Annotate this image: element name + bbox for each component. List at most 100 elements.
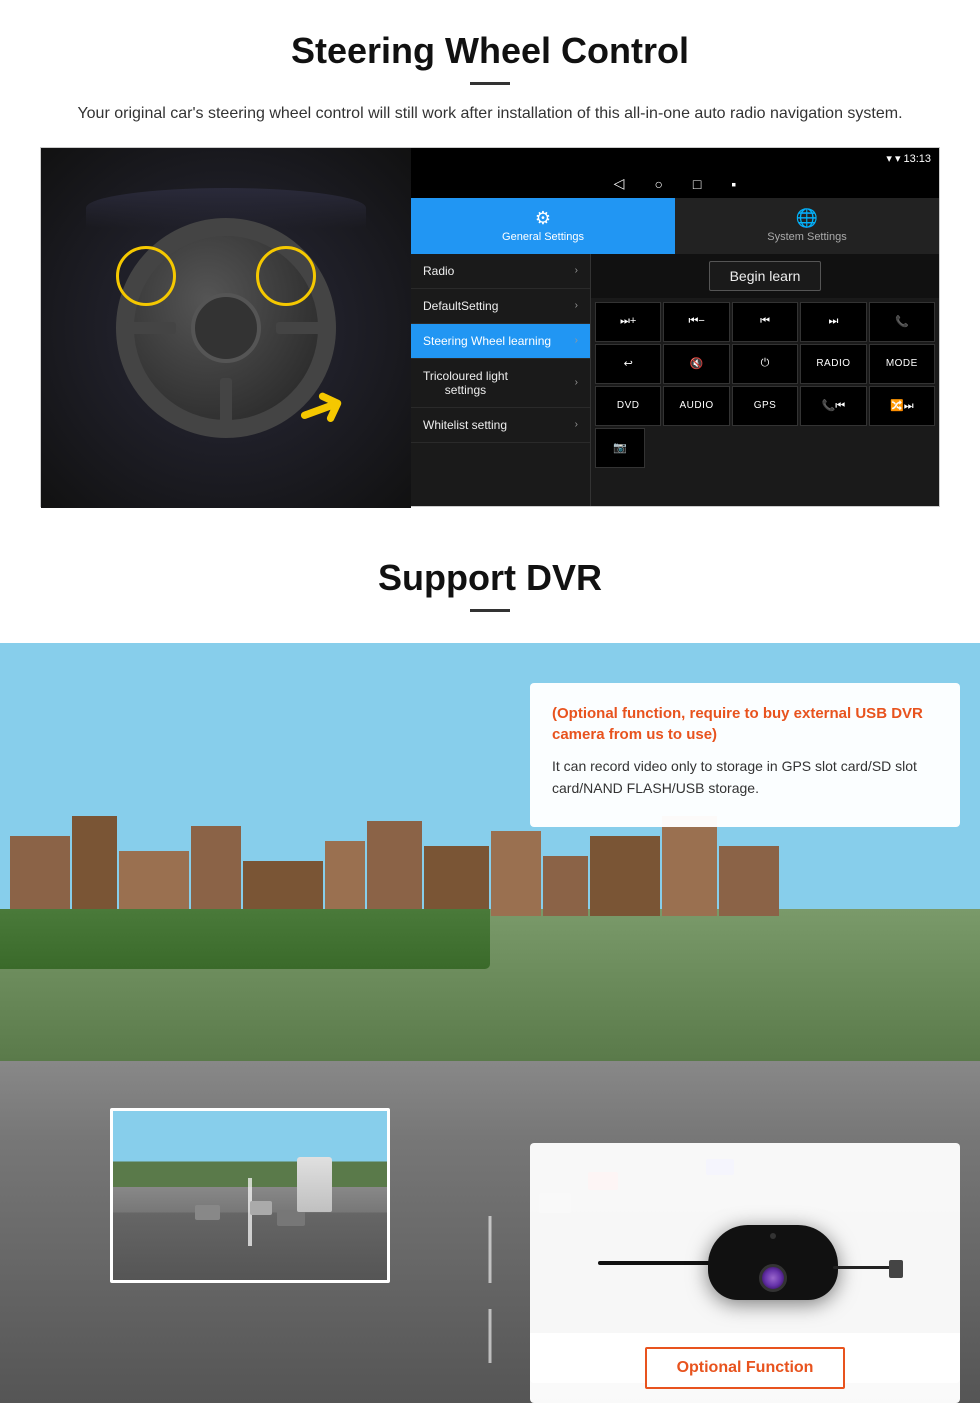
- phone-icon: 📞: [895, 315, 909, 328]
- menu-radio-label: Radio: [423, 264, 454, 278]
- tab-general-settings[interactable]: ⚙ General Settings: [411, 198, 675, 254]
- menu-item-default-setting[interactable]: DefaultSetting ›: [411, 289, 590, 324]
- wheel-spoke-bottom: [220, 378, 232, 428]
- status-icons: ▾ ▾ 13:13: [886, 152, 931, 165]
- control-panel: Begin learn ⏭+ ⏮− ⏮ ⏭ 📞 ↩: [591, 254, 939, 506]
- tab-general-label: General Settings: [502, 231, 584, 243]
- android-statusbar: ▾ ▾ 13:13: [411, 148, 939, 170]
- shuffle-next-icon: 🔀⏭: [890, 399, 914, 413]
- hang-up-icon: ↩: [624, 357, 633, 370]
- nav-menu-icon[interactable]: ▪: [731, 176, 736, 192]
- dvr-background: (Optional function, require to buy exter…: [0, 643, 980, 1403]
- btn-vol-up-icon: ⏭+: [620, 315, 636, 328]
- settings-tabs: ⚙ General Settings 🌐 System Settings: [411, 198, 939, 254]
- btn-mode[interactable]: MODE: [869, 344, 935, 384]
- mute-icon: 🔇: [690, 357, 704, 370]
- menu-item-whitelist[interactable]: Whitelist setting ›: [411, 408, 590, 443]
- btn-mute[interactable]: 🔇: [663, 344, 729, 384]
- begin-learn-button[interactable]: Begin learn: [709, 261, 822, 291]
- chevron-icon: ›: [575, 335, 578, 346]
- dvr-title: Support DVR: [40, 557, 940, 599]
- nav-back-icon[interactable]: ◁: [614, 175, 625, 192]
- btn-vol-up[interactable]: ⏭+: [595, 302, 661, 342]
- button-row-2: ↩ 🔇 ⏻ RADIO MODE: [595, 344, 935, 384]
- gps-label: GPS: [754, 400, 777, 411]
- radio-label: RADIO: [816, 358, 850, 369]
- wifi-icon: ▾: [895, 152, 901, 165]
- direction-arrow: ➜: [287, 371, 355, 445]
- mode-label: MODE: [886, 358, 918, 369]
- tab-system-label: System Settings: [767, 231, 846, 243]
- btn-dvd[interactable]: DVD: [595, 386, 661, 426]
- nav-recent-icon[interactable]: □: [693, 176, 701, 192]
- nav-home-icon[interactable]: ○: [654, 176, 662, 192]
- chevron-icon: ›: [575, 265, 578, 276]
- chevron-icon: ›: [575, 419, 578, 430]
- menu-steering-label: Steering Wheel learning: [423, 334, 551, 348]
- dvr-title-divider: [470, 609, 510, 612]
- settings-menu: Radio › DefaultSetting › Steering Wheel …: [411, 254, 591, 506]
- control-buttons-grid: ⏭+ ⏮− ⏮ ⏭ 📞 ↩ 🔇 ⏻ RADIO MODE: [591, 298, 939, 472]
- settings-content: Radio › DefaultSetting › Steering Wheel …: [411, 254, 939, 506]
- camera-lens: [759, 1264, 787, 1292]
- prev-track-icon: ⏮: [760, 315, 770, 328]
- button-row-1: ⏭+ ⏮− ⏮ ⏭ 📞: [595, 302, 935, 342]
- btn-phone-prev[interactable]: 📞⏮: [800, 386, 866, 426]
- menu-whitelist-label: Whitelist setting: [423, 418, 507, 432]
- camera-icon: 📷: [613, 441, 627, 454]
- btn-shuffle-next[interactable]: 🔀⏭: [869, 386, 935, 426]
- chevron-icon: ›: [575, 300, 578, 311]
- btn-phone[interactable]: 📞: [869, 302, 935, 342]
- btn-gps[interactable]: GPS: [732, 386, 798, 426]
- status-time: 13:13: [903, 153, 931, 165]
- btn-camera[interactable]: 📷: [595, 428, 645, 468]
- android-navbar: ◁ ○ □ ▪: [411, 170, 939, 198]
- camera-cable: [598, 1261, 718, 1265]
- btn-radio[interactable]: RADIO: [800, 344, 866, 384]
- dvr-title-area: Support DVR: [0, 527, 980, 643]
- tab-system-settings[interactable]: 🌐 System Settings: [675, 198, 939, 254]
- btn-power[interactable]: ⏻: [732, 344, 798, 384]
- dvr-section: Support DVR: [0, 527, 980, 1403]
- dvr-optional-text: (Optional function, require to buy exter…: [552, 703, 938, 745]
- signal-icon: ▾: [886, 152, 892, 165]
- steering-subtitle: Your original car's steering wheel contr…: [60, 101, 920, 127]
- highlight-right: [256, 246, 316, 306]
- dvr-description: It can record video only to storage in G…: [552, 755, 938, 800]
- system-settings-icon: 🌐: [796, 208, 818, 229]
- btn-audio[interactable]: AUDIO: [663, 386, 729, 426]
- steering-wheel-image: ➜: [41, 148, 411, 508]
- menu-default-label: DefaultSetting: [423, 299, 498, 313]
- btn-hang-up[interactable]: ↩: [595, 344, 661, 384]
- chevron-icon: ›: [575, 377, 578, 388]
- power-icon: ⏻: [761, 357, 770, 370]
- menu-tricoloured-label: Tricoloured lightsettings: [423, 369, 508, 397]
- camera-body: [708, 1225, 838, 1300]
- title-divider: [470, 82, 510, 85]
- wheel-hub: [191, 293, 261, 363]
- btn-prev-track[interactable]: ⏮: [732, 302, 798, 342]
- dvr-thumbnail: [110, 1108, 390, 1283]
- wheel-background: ➜: [41, 148, 411, 508]
- menu-item-tricoloured[interactable]: Tricoloured lightsettings ›: [411, 359, 590, 408]
- button-row-3: DVD AUDIO GPS 📞⏮ 🔀⏭: [595, 386, 935, 426]
- btn-vol-down[interactable]: ⏮−: [663, 302, 729, 342]
- steering-title: Steering Wheel Control: [40, 30, 940, 72]
- steering-section: Steering Wheel Control Your original car…: [0, 0, 980, 527]
- optional-function-button[interactable]: Optional Function: [645, 1347, 846, 1389]
- audio-label: AUDIO: [680, 400, 714, 411]
- wheel-spoke-left: [126, 322, 176, 334]
- btn-vol-down-icon: ⏮−: [688, 315, 704, 328]
- menu-item-radio[interactable]: Radio ›: [411, 254, 590, 289]
- menu-item-steering-wheel[interactable]: Steering Wheel learning ›: [411, 324, 590, 359]
- android-ui-panel: ▾ ▾ 13:13 ◁ ○ □ ▪ ⚙ General Settings 🌐: [411, 148, 939, 506]
- phone-prev-icon: 📞⏮: [822, 399, 846, 413]
- wheel-spoke-right: [276, 322, 326, 334]
- optional-function-box: Optional Function: [530, 1333, 960, 1403]
- steering-demo: ➜ ▾ ▾ 13:13 ◁ ○ □ ▪: [40, 147, 940, 507]
- begin-learn-row: Begin learn: [591, 254, 939, 298]
- next-track-icon: ⏭: [828, 315, 838, 328]
- highlight-left: [116, 246, 176, 306]
- btn-next-track[interactable]: ⏭: [800, 302, 866, 342]
- thumb-road-scene: [113, 1111, 387, 1280]
